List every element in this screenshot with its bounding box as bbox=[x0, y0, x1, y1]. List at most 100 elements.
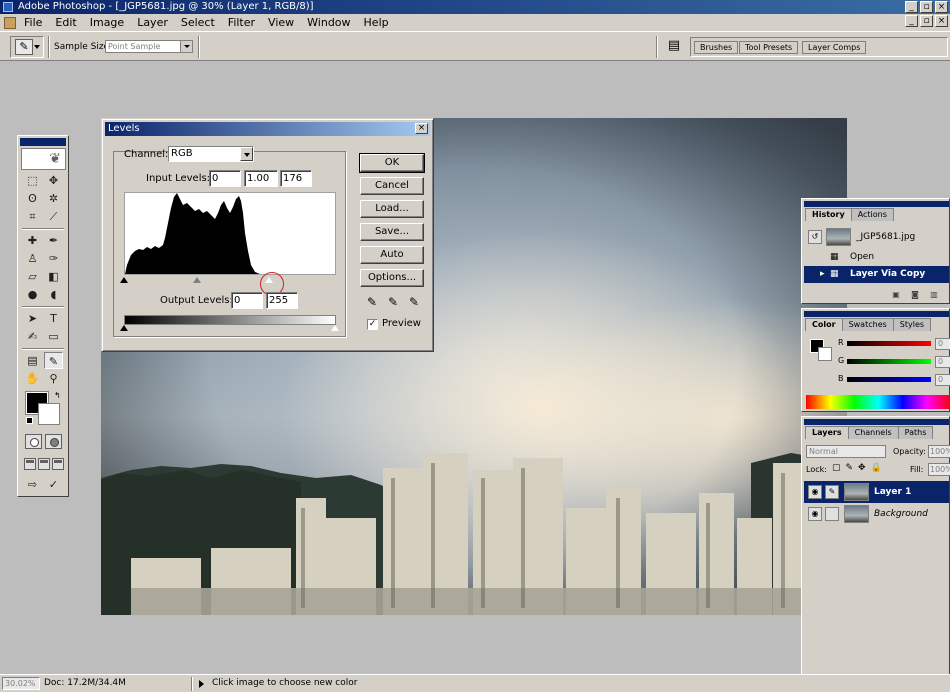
input-black-slider[interactable] bbox=[120, 277, 128, 283]
shape-tool-icon[interactable]: ▭ bbox=[44, 328, 63, 345]
background-color-swatch[interactable] bbox=[38, 403, 60, 425]
menu-layer[interactable]: Layer bbox=[137, 16, 168, 29]
minimize-button[interactable]: _ bbox=[905, 1, 918, 13]
file-browser-icon[interactable]: ▤ bbox=[664, 38, 684, 56]
sample-size-select[interactable]: Point Sample bbox=[105, 40, 193, 53]
menu-view[interactable]: View bbox=[268, 16, 294, 29]
jump-to-imageready-icon[interactable]: ⇨ bbox=[23, 476, 42, 493]
full-screen-mode-button[interactable] bbox=[52, 458, 64, 470]
tool-preset-picker[interactable]: ✎ bbox=[10, 36, 44, 58]
status-menu-arrow-icon[interactable] bbox=[199, 680, 204, 688]
color-spectrum-ramp[interactable] bbox=[806, 395, 950, 409]
well-tab-brushes[interactable]: Brushes bbox=[694, 41, 739, 54]
imageready-icon[interactable]: ✓ bbox=[44, 476, 63, 493]
background-color-swatch[interactable] bbox=[818, 347, 832, 361]
quick-mask-mode-button[interactable] bbox=[45, 434, 62, 449]
default-colors-icon[interactable] bbox=[26, 417, 33, 424]
new-document-icon[interactable]: ▣ bbox=[891, 290, 901, 300]
adobe-online-feather-icon[interactable]: ❦ bbox=[21, 148, 66, 170]
doc-minimize-button[interactable]: _ bbox=[905, 15, 918, 27]
menu-select[interactable]: Select bbox=[181, 16, 215, 29]
pen-tool-icon[interactable]: ✍ bbox=[23, 328, 42, 345]
tab-paths[interactable]: Paths bbox=[897, 426, 934, 439]
output-black-slider[interactable] bbox=[120, 325, 128, 331]
input-black-field[interactable]: 0 bbox=[209, 170, 241, 187]
path-selection-tool-icon[interactable]: ➤ bbox=[23, 310, 42, 327]
trash-icon[interactable]: ▥ bbox=[929, 290, 939, 300]
well-tab-layer-comps[interactable]: Layer Comps bbox=[802, 41, 867, 54]
tab-channels[interactable]: Channels bbox=[847, 426, 899, 439]
menu-file[interactable]: File bbox=[24, 16, 42, 29]
tab-swatches[interactable]: Swatches bbox=[841, 318, 894, 331]
fill-field[interactable]: 100% bbox=[928, 463, 950, 476]
output-black-field[interactable]: 0 bbox=[231, 292, 263, 309]
lock-icons[interactable]: ▢✎✥🔒 bbox=[832, 463, 887, 473]
red-value-field[interactable]: 0 bbox=[935, 338, 950, 350]
move-tool-icon[interactable]: ✥ bbox=[44, 172, 63, 189]
green-value-field[interactable]: 0 bbox=[935, 356, 950, 368]
brush-icon[interactable]: ✎ bbox=[825, 485, 839, 499]
history-state-row[interactable]: ▦ Open bbox=[804, 249, 949, 266]
output-white-slider[interactable] bbox=[330, 324, 340, 331]
slice-tool-icon[interactable]: ⟋ bbox=[44, 208, 63, 225]
eye-icon[interactable]: ◉ bbox=[808, 485, 822, 499]
link-slot[interactable] bbox=[825, 507, 839, 521]
restore-button[interactable]: ▫ bbox=[920, 1, 933, 13]
lasso-tool-icon[interactable]: ʘ bbox=[23, 190, 42, 207]
magic-wand-tool-icon[interactable]: ✲ bbox=[44, 190, 63, 207]
eraser-tool-icon[interactable]: ▱ bbox=[23, 268, 42, 285]
blue-value-field[interactable]: 0 bbox=[935, 374, 950, 386]
doc-close-button[interactable]: × bbox=[935, 15, 948, 27]
toolbox-title-bar[interactable] bbox=[20, 138, 66, 146]
standard-mode-button[interactable] bbox=[25, 434, 42, 449]
layer-row[interactable]: ◉ Background bbox=[804, 503, 949, 525]
menu-window[interactable]: Window bbox=[307, 16, 350, 29]
layer-row-selected[interactable]: ◉ ✎ Layer 1 bbox=[804, 481, 949, 503]
close-button[interactable]: × bbox=[935, 1, 948, 13]
load-button[interactable]: Load... bbox=[360, 200, 424, 218]
brush-tool-icon[interactable]: ✒ bbox=[44, 232, 63, 249]
tab-layers[interactable]: Layers bbox=[805, 426, 849, 439]
clone-stamp-tool-icon[interactable]: ♙ bbox=[23, 250, 42, 267]
doc-restore-button[interactable]: ▫ bbox=[920, 15, 933, 27]
tab-styles[interactable]: Styles bbox=[892, 318, 932, 331]
dodge-tool-icon[interactable]: ◖ bbox=[44, 286, 63, 303]
black-eyedropper-icon[interactable]: ✎ bbox=[364, 294, 380, 310]
channel-select[interactable]: RGB bbox=[168, 146, 254, 162]
notes-tool-icon[interactable]: ▤ bbox=[23, 352, 42, 369]
options-button[interactable]: Options... bbox=[360, 269, 424, 287]
zoom-field[interactable]: 30.02% bbox=[2, 677, 40, 690]
white-eyedropper-icon[interactable]: ✎ bbox=[406, 294, 422, 310]
blend-mode-select[interactable]: Normal bbox=[806, 445, 886, 458]
color-panel-title-bar[interactable] bbox=[804, 311, 949, 317]
preview-checkbox[interactable]: ✓ bbox=[367, 319, 378, 330]
close-icon[interactable]: × bbox=[415, 123, 428, 134]
history-state-row-selected[interactable]: ▸ ▦ Layer Via Copy bbox=[804, 266, 949, 283]
menu-image[interactable]: Image bbox=[90, 16, 124, 29]
input-gamma-slider[interactable] bbox=[193, 277, 201, 283]
cancel-button[interactable]: Cancel bbox=[360, 177, 424, 195]
zoom-tool-icon[interactable]: ⚲ bbox=[44, 370, 63, 387]
gray-eyedropper-icon[interactable]: ✎ bbox=[385, 294, 401, 310]
standard-screen-mode-button[interactable] bbox=[24, 458, 36, 470]
levels-dialog-title-bar[interactable]: Levels × bbox=[105, 122, 430, 136]
swap-colors-icon[interactable]: ↰ bbox=[54, 391, 61, 400]
well-tab-tool-presets[interactable]: Tool Presets bbox=[739, 41, 799, 54]
history-snapshot-row[interactable]: ↺ _JGP5681.jpg bbox=[804, 226, 949, 248]
auto-button[interactable]: Auto bbox=[360, 246, 424, 264]
input-white-field[interactable]: 176 bbox=[280, 170, 312, 187]
opacity-field[interactable]: 100% bbox=[928, 445, 950, 458]
tab-actions[interactable]: Actions bbox=[850, 208, 894, 221]
eyedropper-tool-icon[interactable]: ✎ bbox=[44, 352, 63, 369]
snapshot-source-icon[interactable]: ↺ bbox=[808, 230, 822, 244]
save-button[interactable]: Save... bbox=[360, 223, 424, 241]
eye-icon[interactable]: ◉ bbox=[808, 507, 822, 521]
layers-panel-title-bar[interactable] bbox=[804, 419, 949, 425]
photoshop-doc-icon[interactable] bbox=[4, 16, 16, 29]
menu-edit[interactable]: Edit bbox=[55, 16, 76, 29]
camera-icon[interactable]: ◙ bbox=[910, 290, 920, 300]
tab-color[interactable]: Color bbox=[805, 318, 843, 331]
hand-tool-icon[interactable]: ✋ bbox=[23, 370, 42, 387]
type-tool-icon[interactable]: T bbox=[44, 310, 63, 327]
blue-slider-bar[interactable] bbox=[847, 377, 931, 382]
